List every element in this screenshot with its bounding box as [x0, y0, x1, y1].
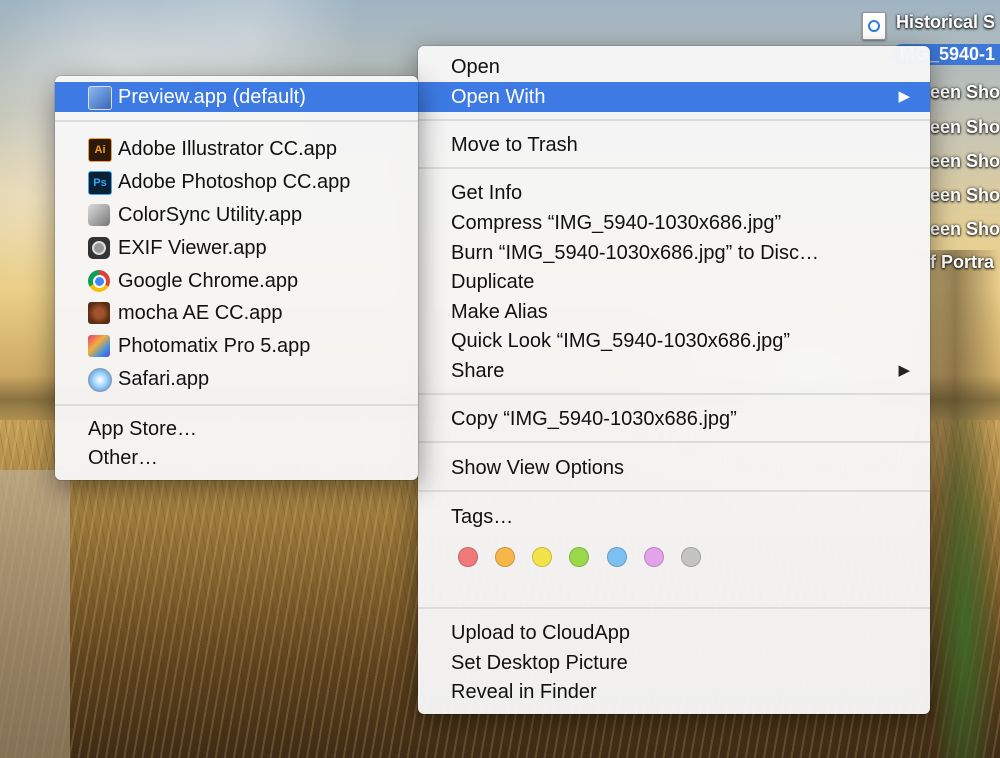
submenu-item-safari[interactable]: Safari.app	[55, 364, 418, 394]
desktop-file-label[interactable]: een Sho	[930, 151, 1000, 172]
menu-item-upload-cloudapp[interactable]: Upload to CloudApp	[418, 618, 930, 648]
submenu-item-label: Adobe Illustrator CC.app	[118, 138, 338, 160]
menu-item-label: Set Desktop Picture	[451, 652, 628, 674]
submenu-item-label: Google Chrome.app	[118, 270, 299, 292]
submenu-item-exif-viewer[interactable]: EXIF Viewer.app	[55, 233, 418, 263]
submenu-item-label: mocha AE CC.app	[118, 302, 283, 324]
submenu-item-photomatix[interactable]: Photomatix Pro 5.app	[55, 331, 418, 361]
safari-icon	[88, 368, 112, 392]
photoshop-icon: Ps	[88, 171, 112, 195]
menu-separator	[418, 607, 930, 609]
tag-orange-dot[interactable]	[495, 547, 515, 567]
menu-item-share[interactable]: Share ▶	[418, 356, 930, 386]
menu-item-label: Copy “IMG_5940-1030x686.jpg”	[451, 408, 737, 430]
menu-item-label: Compress “IMG_5940-1030x686.jpg”	[451, 212, 782, 234]
menu-item-label: Open	[451, 56, 500, 78]
submenu-item-label: Preview.app (default)	[118, 86, 306, 108]
menu-item-label: Open With	[451, 86, 546, 108]
menu-separator	[418, 393, 930, 395]
tag-green-dot[interactable]	[569, 547, 589, 567]
submenu-item-label: Safari.app	[118, 368, 210, 390]
menu-item-label: Show View Options	[451, 457, 625, 479]
menu-item-get-info[interactable]: Get Info	[418, 178, 930, 208]
menu-separator	[55, 120, 418, 122]
submenu-item-label: Adobe Photoshop CC.app	[118, 171, 351, 193]
menu-item-show-view-options[interactable]: Show View Options	[418, 453, 930, 483]
context-menu: Open Open With ▶ Move to Trash Get Info C…	[418, 46, 930, 714]
menu-item-move-to-trash[interactable]: Move to Trash	[418, 130, 930, 160]
menu-item-reveal-in-finder[interactable]: Reveal in Finder	[418, 677, 930, 707]
menu-item-label: Make Alias	[451, 301, 548, 323]
submenu-item-label: EXIF Viewer.app	[118, 237, 267, 259]
submenu-item-illustrator[interactable]: Ai Adobe Illustrator CC.app	[55, 134, 418, 164]
menu-separator	[418, 490, 930, 492]
open-with-submenu: Preview.app (default) Ai Adobe Illustrat…	[55, 76, 418, 480]
mocha-icon	[88, 302, 110, 324]
desktop-file-label[interactable]: een Sho	[930, 185, 1000, 206]
menu-item-label: Move to Trash	[451, 134, 578, 156]
preview-icon	[88, 86, 112, 110]
menu-item-label: Share	[451, 360, 505, 382]
desktop-file-label[interactable]: een Sho	[930, 82, 1000, 103]
menu-item-quick-look[interactable]: Quick Look “IMG_5940-1030x686.jpg”	[418, 326, 930, 356]
menu-item-label: Quick Look “IMG_5940-1030x686.jpg”	[451, 330, 791, 352]
menu-item-tags[interactable]: Tags…	[418, 502, 930, 532]
tag-yellow-dot[interactable]	[532, 547, 552, 567]
submenu-arrow-icon: ▶	[898, 88, 910, 105]
menu-item-label: Get Info	[451, 182, 523, 204]
submenu-item-other[interactable]: Other…	[55, 443, 418, 473]
menu-item-label: Duplicate	[451, 271, 535, 293]
tag-gray-dot[interactable]	[681, 547, 701, 567]
photomatix-icon	[88, 335, 110, 357]
menu-item-label: Burn “IMG_5940-1030x686.jpg” to Disc…	[451, 242, 819, 264]
menu-separator	[55, 404, 418, 406]
desktop-file-label[interactable]: f Portra	[930, 252, 994, 273]
menu-separator	[418, 167, 930, 169]
desktop-file-label[interactable]: een Sho	[930, 219, 1000, 240]
tag-blue-dot[interactable]	[607, 547, 627, 567]
colorsync-icon	[88, 204, 110, 226]
menu-item-open-with[interactable]: Open With ▶	[418, 82, 930, 112]
menu-separator	[418, 441, 930, 443]
submenu-item-label: Photomatix Pro 5.app	[118, 335, 311, 357]
submenu-item-chrome[interactable]: Google Chrome.app	[55, 266, 418, 296]
tag-red-dot[interactable]	[458, 547, 478, 567]
menu-item-copy[interactable]: Copy “IMG_5940-1030x686.jpg”	[418, 404, 930, 434]
submenu-item-colorsync[interactable]: ColorSync Utility.app	[55, 200, 418, 230]
submenu-item-label: App Store…	[88, 418, 197, 440]
menu-item-label: Tags…	[451, 506, 514, 528]
menu-item-label: Upload to CloudApp	[451, 622, 631, 644]
exif-viewer-icon	[88, 237, 110, 259]
desktop-file-label[interactable]: een Sho	[930, 117, 1000, 138]
menu-item-set-desktop-picture[interactable]: Set Desktop Picture	[418, 648, 930, 678]
submenu-arrow-icon: ▶	[898, 362, 910, 379]
menu-item-burn[interactable]: Burn “IMG_5940-1030x686.jpg” to Disc…	[418, 238, 930, 268]
submenu-item-mocha[interactable]: mocha AE CC.app	[55, 298, 418, 328]
menu-item-compress[interactable]: Compress “IMG_5940-1030x686.jpg”	[418, 208, 930, 238]
submenu-item-preview-default[interactable]: Preview.app (default)	[55, 82, 418, 112]
menu-separator	[418, 119, 930, 121]
submenu-item-photoshop[interactable]: Ps Adobe Photoshop CC.app	[55, 167, 418, 197]
submenu-item-label: Other…	[88, 447, 159, 469]
submenu-item-app-store[interactable]: App Store…	[55, 414, 418, 444]
menu-item-label: Reveal in Finder	[451, 681, 597, 703]
desktop-file-label[interactable]: Historical S	[896, 12, 995, 33]
tag-purple-dot[interactable]	[644, 547, 664, 567]
illustrator-icon: Ai	[88, 138, 112, 162]
menu-item-open[interactable]: Open	[418, 52, 930, 82]
menu-item-make-alias[interactable]: Make Alias	[418, 297, 930, 327]
chrome-icon	[88, 270, 110, 292]
wallpaper-dirt-path	[0, 470, 70, 758]
submenu-item-label: ColorSync Utility.app	[118, 204, 303, 226]
menu-item-duplicate[interactable]: Duplicate	[418, 267, 930, 297]
image-file-icon[interactable]	[862, 12, 886, 40]
